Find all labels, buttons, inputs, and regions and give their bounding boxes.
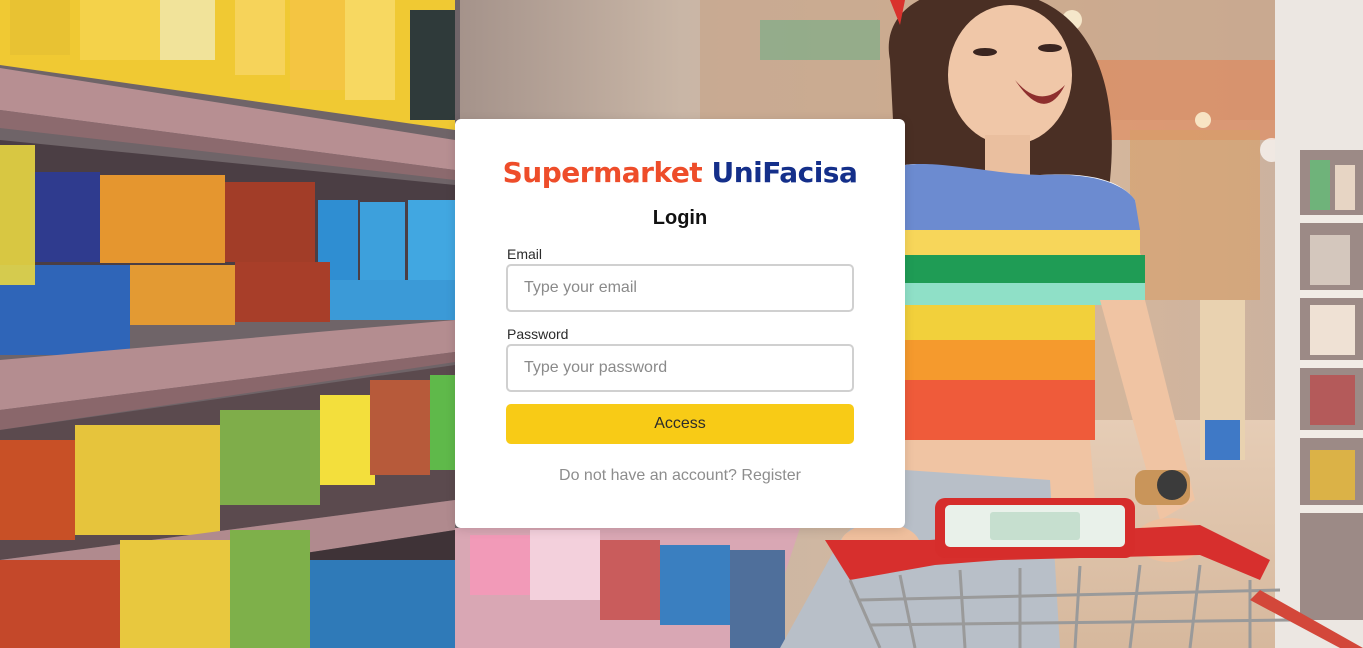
brand-logo: Supermarket UniFacisa [455, 153, 905, 193]
access-button[interactable]: Access [506, 404, 854, 444]
login-card: Supermarket UniFacisa Login Email Passwo… [455, 119, 905, 528]
password-label: Password [507, 326, 569, 342]
brand-name-unifacisa: UniFacisa [711, 156, 858, 189]
login-title: Login [652, 207, 708, 229]
email-label: Email [507, 246, 543, 262]
brand-name-supermarket: Supermarket [502, 156, 703, 189]
password-field[interactable] [506, 344, 854, 392]
register-link[interactable]: Do not have an account? Register [455, 466, 905, 486]
email-field[interactable] [506, 264, 854, 312]
